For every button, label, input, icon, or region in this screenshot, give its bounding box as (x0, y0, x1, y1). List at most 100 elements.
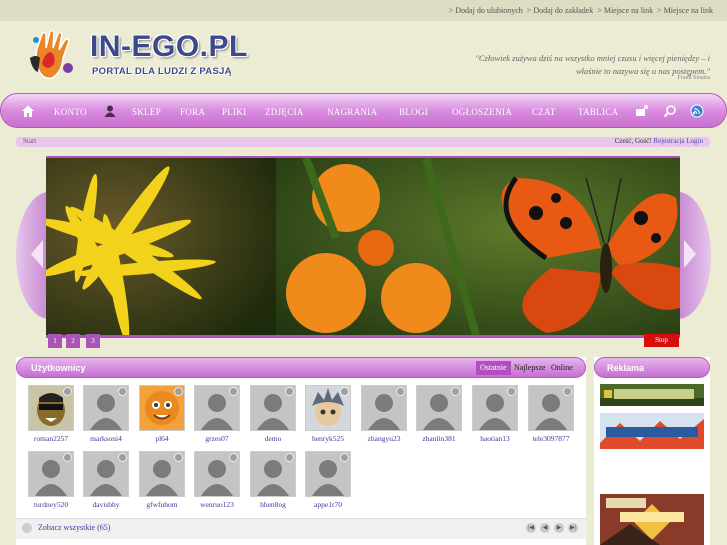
rss-icon[interactable] (690, 104, 704, 118)
play-icon[interactable] (22, 523, 32, 533)
add-favorites-link[interactable]: > Dodaj do ulubionych (449, 6, 523, 15)
logo-title: IN-EGO.PL (90, 30, 248, 63)
avatar[interactable] (305, 385, 351, 431)
user-name[interactable]: marksoni4 (75, 434, 137, 443)
register-login-links[interactable]: Rejestracja Login (653, 137, 703, 145)
prev-page-icon[interactable]: ◀ (540, 523, 550, 533)
user-name[interactable]: zhanlin381 (408, 434, 470, 443)
status-dot (229, 387, 238, 396)
slider-next-arrow-icon[interactable] (684, 240, 696, 268)
share-icon[interactable] (635, 104, 649, 118)
avatar[interactable] (250, 385, 296, 431)
user-card[interactable]: hhen8og (248, 451, 298, 513)
top-bar: > Dodaj do ulubionych > Dodaj do zakłade… (0, 0, 727, 21)
user-name[interactable]: tele3097877 (520, 434, 582, 443)
avatar[interactable] (139, 451, 185, 497)
nav-sklep[interactable]: SKLEP (132, 107, 161, 117)
nav-czat[interactable]: CZAT (532, 107, 556, 117)
user-card[interactable]: zhanlin381 (414, 385, 464, 447)
nav-fora[interactable]: FORA (180, 107, 205, 117)
status-dot (63, 453, 72, 462)
avatar[interactable] (83, 451, 129, 497)
tab-najlepsze[interactable]: Najlepsze (510, 361, 550, 375)
user-card[interactable]: turdney520 (26, 451, 76, 513)
next-page-icon[interactable]: ▶ (554, 523, 564, 533)
slider-stop-button[interactable]: Stop (644, 334, 679, 347)
add-bookmark-link[interactable]: > Dodaj do zakładek (527, 6, 594, 15)
user-card[interactable]: haotian13 (470, 385, 520, 447)
tab-ostatnie[interactable]: Ostatnie (476, 361, 511, 375)
login-area: Cześć, Gość! Rejestracja Login (615, 137, 703, 145)
link-slot-1[interactable]: > Miejsce na link (597, 6, 653, 15)
user-card[interactable]: grzes07 (192, 385, 242, 447)
nav-blogi[interactable]: BLOGI (399, 107, 428, 117)
search-icon[interactable] (663, 104, 677, 118)
user-card[interactable]: marksoni4 (81, 385, 131, 447)
avatar[interactable] (83, 385, 129, 431)
nav-tablica[interactable]: TABLICA (578, 107, 618, 117)
user-name[interactable]: wenruo123 (186, 500, 248, 509)
user-name[interactable]: zhangyu23 (353, 434, 415, 443)
avatar[interactable] (194, 385, 240, 431)
ad-banner-2[interactable] (600, 413, 704, 449)
first-page-icon[interactable]: |◀ (526, 523, 536, 533)
link-slot-2[interactable]: > Miejsce na link (657, 6, 713, 15)
avatar[interactable] (194, 451, 240, 497)
user-name[interactable]: davisbhy (75, 500, 137, 509)
user-name[interactable]: haotian13 (464, 434, 526, 443)
slider-image[interactable] (46, 156, 680, 338)
status-dot (63, 387, 72, 396)
avatar[interactable] (472, 385, 518, 431)
avatar[interactable] (28, 451, 74, 497)
avatar[interactable] (250, 451, 296, 497)
user-card[interactable]: gfwfuhom (137, 451, 187, 513)
user-name[interactable]: appe1r70 (297, 500, 359, 509)
slider-page-2[interactable]: 2 (66, 334, 80, 348)
avatar[interactable] (416, 385, 462, 431)
avatar[interactable] (361, 385, 407, 431)
slider-prev-arrow-icon[interactable] (31, 240, 43, 268)
avatar[interactable] (528, 385, 574, 431)
nav-nagrania[interactable]: NAGRANIA (327, 107, 377, 117)
user-name[interactable]: hhen8og (242, 500, 304, 509)
user-card[interactable]: appe1r70 (303, 451, 353, 513)
user-card[interactable]: demo (248, 385, 298, 447)
user-name[interactable]: roman2257 (20, 434, 82, 443)
see-all-link[interactable]: Zobacz wszystkie (65) (38, 523, 110, 532)
site-logo[interactable]: IN-EGO.PL PORTAL DLA LUDZI Z PASJĄ (28, 28, 260, 90)
user-name[interactable]: gfwfuhom (131, 500, 193, 509)
hand-logo-icon (30, 29, 73, 80)
avatar[interactable] (139, 385, 185, 431)
user-name[interactable]: turdney520 (20, 500, 82, 509)
user-name[interactable]: henryk525 (297, 434, 359, 443)
nav-zdjecia[interactable]: ZDJĘCIA (265, 107, 304, 117)
ad-banner-2-image (600, 413, 704, 449)
user-icon[interactable] (103, 104, 117, 118)
last-page-icon[interactable]: ▶| (568, 523, 578, 533)
main-nav: KONTO SKLEP FORA PLIKI ZDJĘCIA NAGRANIA … (0, 93, 727, 128)
user-card[interactable]: henryk525 (303, 385, 353, 447)
user-card[interactable]: zhangyu23 (359, 385, 409, 447)
slider-page-1[interactable]: 1 (48, 334, 62, 348)
nav-pliki[interactable]: PLIKI (222, 107, 247, 117)
nav-konto[interactable]: KONTO (54, 107, 87, 117)
ad-banner-1[interactable] (600, 384, 704, 406)
user-card[interactable]: roman2257 (26, 385, 76, 447)
user-card[interactable]: pl64 (137, 385, 187, 447)
user-name[interactable]: pl64 (131, 434, 193, 443)
user-name[interactable]: demo (242, 434, 304, 443)
avatar[interactable] (305, 451, 351, 497)
avatar[interactable] (28, 385, 74, 431)
breadcrumb-home[interactable]: Start (23, 137, 36, 145)
user-card[interactable]: davisbhy (81, 451, 131, 513)
user-card[interactable]: wenruo123 (192, 451, 242, 513)
ad-banner-3[interactable] (600, 494, 704, 545)
status-dot (118, 387, 127, 396)
user-name[interactable]: grzes07 (186, 434, 248, 443)
home-icon[interactable] (21, 104, 35, 118)
nav-ogloszenia[interactable]: OGŁOSZENIA (452, 107, 512, 117)
status-dot (229, 453, 238, 462)
user-card[interactable]: tele3097877 (526, 385, 576, 447)
tab-online[interactable]: Online (547, 361, 577, 375)
slider-page-3[interactable]: 3 (86, 334, 100, 348)
